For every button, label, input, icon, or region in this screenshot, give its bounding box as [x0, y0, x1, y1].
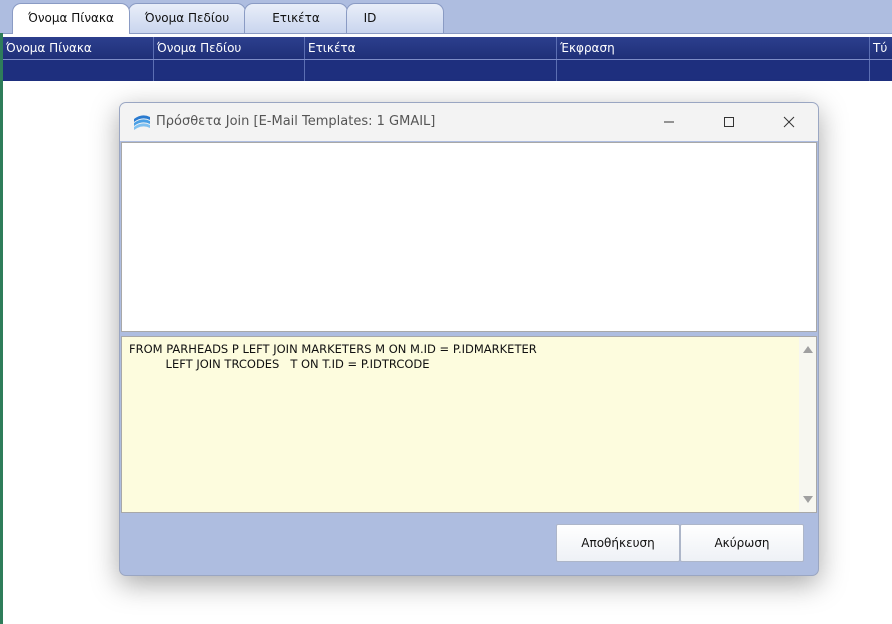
- tab-field-name[interactable]: Όνομα Πεδίου: [128, 3, 246, 33]
- column-header-field-name[interactable]: Όνομα Πεδίου: [154, 37, 305, 59]
- dialog-titlebar[interactable]: Πρόσθετα Join [E-Mail Templates: 1 GMAIL…: [120, 103, 818, 141]
- join-dialog: Πρόσθετα Join [E-Mail Templates: 1 GMAIL…: [119, 102, 819, 576]
- scroll-down-arrow-icon[interactable]: [799, 491, 816, 508]
- sql-line: LEFT JOIN TRCODES T ON T.ID = P.IDTRCODE: [129, 357, 430, 371]
- column-header-expression[interactable]: Έκφραση: [557, 37, 870, 59]
- sql-editor[interactable]: FROM PARHEADS P LEFT JOIN MARKETERS M ON…: [121, 336, 817, 513]
- tab-id[interactable]: ID: [346, 3, 444, 33]
- tab-label[interactable]: Ετικέτα: [244, 3, 348, 33]
- maximize-icon[interactable]: [706, 103, 752, 141]
- join-list-panel[interactable]: [121, 142, 817, 332]
- tab-bar: Όνομα Πίνακα Όνομα Πεδίου Ετικέτα ID: [0, 0, 892, 34]
- table-row[interactable]: [3, 59, 892, 81]
- table-cell[interactable]: [557, 60, 870, 81]
- column-header-type[interactable]: Τύ: [870, 37, 892, 59]
- table-cell[interactable]: [154, 60, 305, 81]
- close-icon[interactable]: [766, 103, 812, 141]
- sql-text[interactable]: FROM PARHEADS P LEFT JOIN MARKETERS M ON…: [129, 342, 789, 372]
- column-header-table-name[interactable]: Όνομα Πίνακα: [3, 37, 154, 59]
- scroll-up-arrow-icon[interactable]: [799, 341, 816, 358]
- left-edge-border: [0, 33, 3, 624]
- table-cell[interactable]: [305, 60, 557, 81]
- save-button[interactable]: Αποθήκευση: [556, 524, 680, 562]
- dialog-title: Πρόσθετα Join [E-Mail Templates: 1 GMAIL…: [156, 114, 436, 129]
- sql-line: FROM PARHEADS P LEFT JOIN MARKETERS M ON…: [129, 342, 537, 356]
- table-cell[interactable]: [3, 60, 154, 81]
- minimize-icon[interactable]: [646, 103, 692, 141]
- vertical-scrollbar[interactable]: [799, 337, 816, 512]
- cancel-button[interactable]: Ακύρωση: [680, 524, 804, 562]
- app-logo-icon: [132, 113, 152, 131]
- column-header-label[interactable]: Ετικέτα: [305, 37, 557, 59]
- grid-header: Όνομα Πίνακα Όνομα Πεδίου Ετικέτα Έκφρασ…: [3, 37, 892, 59]
- tab-table-name[interactable]: Όνομα Πίνακα: [12, 3, 130, 34]
